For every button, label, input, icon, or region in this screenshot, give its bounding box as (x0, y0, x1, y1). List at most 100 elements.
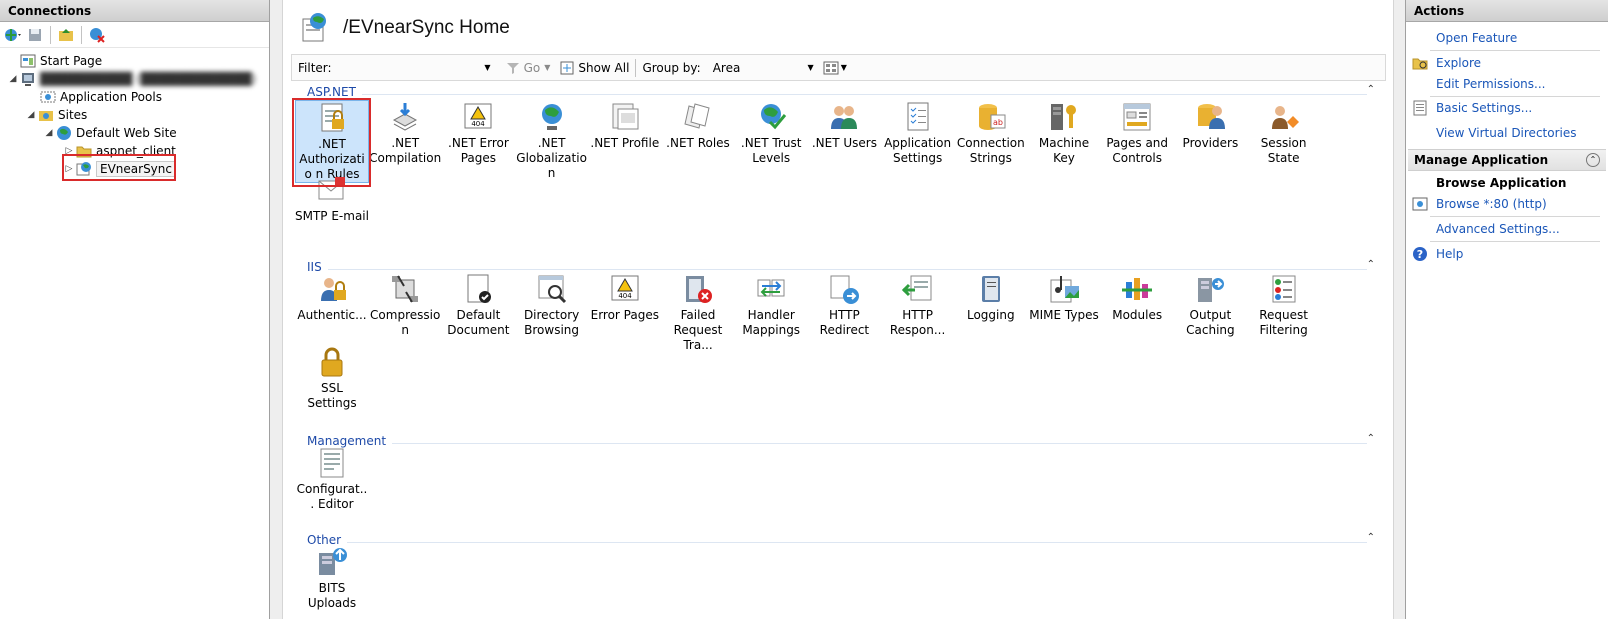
lock-icon (315, 345, 349, 379)
collapse-arrow-icon[interactable]: ◢ (44, 128, 54, 138)
connections-pane: Connections Start Page ◢ ██████████ (███… (0, 0, 270, 619)
toolbar-separator (50, 25, 51, 44)
feature-net-globalization[interactable]: .NET Globalization (515, 100, 589, 181)
feature-machine-key[interactable]: Machine Key (1027, 100, 1101, 166)
feature-request-filtering[interactable]: Request Filtering (1247, 272, 1321, 338)
tree-node-application-pools[interactable]: Application Pools (38, 88, 162, 106)
feature-label: Connection Strings (956, 136, 1025, 165)
globe-icon (535, 100, 569, 134)
explore-link[interactable]: Explore (1436, 56, 1481, 70)
feature-http-respon[interactable]: HTTP Respon... (881, 272, 955, 338)
dropdown-arrow-icon[interactable]: ▼ (484, 63, 490, 72)
page-header: /EVnearSync Home (301, 8, 510, 48)
feature-label: .NET Trust Levels (740, 136, 802, 165)
output-caching-icon (1193, 272, 1227, 306)
up-level-icon[interactable] (56, 25, 76, 45)
feature-bits-uploads[interactable]: BITS Uploads (295, 545, 369, 611)
compression-icon (388, 272, 422, 306)
providers-icon (1193, 100, 1227, 134)
feature-net-compilation[interactable]: .NET Compilation (368, 100, 442, 166)
feature-label: .NET Globalization (516, 136, 587, 180)
edit-permissions-link[interactable]: Edit Permissions... (1436, 77, 1545, 91)
help-link[interactable]: Help (1436, 247, 1463, 261)
feature-output-caching[interactable]: Output Caching (1173, 272, 1247, 338)
feature-compression[interactable]: Compression (368, 272, 442, 338)
feature-label: .NET Error Pages (448, 136, 509, 165)
group-by-select[interactable]: Area ▼ (707, 58, 817, 78)
modules-icon (1120, 272, 1154, 306)
feature-failed-request-tra[interactable]: Failed Request Tra... (661, 272, 735, 353)
feature-label: .NET Roles (666, 136, 730, 150)
feature-net-profile[interactable]: .NET Profile (588, 100, 662, 151)
dropdown-arrow-icon: ▼ (807, 63, 814, 72)
save-icon[interactable] (25, 25, 45, 45)
view-mode-button[interactable]: ▼ (823, 61, 847, 75)
feature-default-document[interactable]: Default Document (441, 272, 515, 338)
collapse-chevron-icon[interactable]: ⌃ (1367, 259, 1375, 270)
feature-authentic[interactable]: Authentic... (295, 272, 369, 323)
feature-connection-strings[interactable]: ab Connection Strings (954, 100, 1028, 166)
feature-directory-browsing[interactable]: Directory Browsing (515, 272, 589, 338)
open-feature-link[interactable]: Open Feature (1436, 31, 1517, 45)
app-pools-icon (40, 89, 56, 105)
collapse-chevron-icon[interactable]: ⌃ (1586, 153, 1600, 167)
tree-node-sites[interactable]: ◢ Sites (26, 106, 88, 124)
filter-input[interactable]: ▼ (340, 58, 496, 78)
failed-request-icon (681, 272, 715, 306)
browse-icon (1412, 196, 1428, 212)
collapse-arrow-icon[interactable]: ◢ (26, 110, 36, 120)
compilation-icon (388, 100, 422, 134)
feature-net-users[interactable]: .NET Users (807, 100, 881, 151)
feature-error-pages[interactable]: 404 Error Pages (588, 272, 662, 323)
advanced-settings-link[interactable]: Advanced Settings... (1436, 222, 1560, 236)
basic-settings-link[interactable]: Basic Settings... (1436, 101, 1532, 115)
tree-node-start-page[interactable]: Start Page (18, 52, 102, 70)
feature-label: MIME Types (1029, 308, 1099, 322)
feature-session-state[interactable]: Session State (1247, 100, 1321, 166)
disconnect-icon[interactable] (87, 25, 107, 45)
collapse-chevron-icon[interactable]: ⌃ (1367, 532, 1375, 543)
logging-icon (974, 272, 1008, 306)
section-divider (307, 269, 1367, 270)
tree-node-default-web-site[interactable]: ◢ Default Web Site (44, 124, 177, 142)
feature-ssl-settings[interactable]: SSL Settings (295, 345, 369, 411)
feature-net-error-pages[interactable]: 404 .NET Error Pages (441, 100, 515, 166)
feature-configurat-editor[interactable]: Configurat... Editor (295, 446, 369, 512)
roles-icon (681, 100, 715, 134)
error-pages-icon: 404 (461, 100, 495, 134)
explore-folder-icon (1412, 55, 1428, 71)
feature-modules[interactable]: Modules (1100, 272, 1174, 323)
feature-net-trust-levels[interactable]: .NET Trust Levels (734, 100, 808, 166)
section-divider (307, 94, 1367, 95)
feature-handler-mappings[interactable]: Handler Mappings (734, 272, 808, 338)
feature-label: Authentic... (297, 308, 367, 322)
actions-separator (1430, 50, 1600, 51)
go-button[interactable]: Go ▼ (506, 61, 550, 75)
feature-providers[interactable]: Providers (1173, 100, 1247, 151)
dropdown-arrow-icon[interactable]: ▼ (544, 63, 550, 72)
actions-separator (1430, 216, 1600, 217)
tree-node-server[interactable]: ◢ ██████████ (████████████) (8, 70, 256, 88)
feature-net-roles[interactable]: .NET Roles (661, 100, 735, 151)
feature-application-settings[interactable]: Application Settings (881, 100, 955, 166)
feature-label: HTTP Respon... (889, 308, 946, 337)
collapse-chevron-icon[interactable]: ⌃ (1367, 433, 1375, 444)
connect-globe-icon[interactable] (3, 25, 23, 45)
collapse-chevron-icon[interactable]: ⌃ (1367, 84, 1375, 95)
browse-80-link[interactable]: Browse *:80 (http) (1436, 197, 1547, 211)
show-all-button[interactable]: Show All (560, 61, 629, 75)
server-icon (20, 71, 36, 87)
feature-http-redirect[interactable]: HTTP Redirect (807, 272, 881, 338)
handler-mappings-icon (754, 272, 788, 306)
feature-pages-and-controls[interactable]: Pages and Controls (1100, 100, 1174, 166)
database-icon: ab (974, 100, 1008, 134)
feature-mime-types[interactable]: MIME Types (1027, 272, 1101, 323)
collapse-arrow-icon[interactable]: ◢ (8, 74, 18, 84)
manage-application-group: Manage Application ⌃ (1408, 149, 1606, 171)
feature-label: BITS Uploads (307, 581, 357, 610)
svg-text:404: 404 (472, 120, 486, 128)
feature-logging[interactable]: Logging (954, 272, 1028, 323)
view-virtual-directories-link[interactable]: View Virtual Directories (1436, 126, 1577, 140)
http-redirect-icon (827, 272, 861, 306)
section-divider (307, 443, 1367, 444)
